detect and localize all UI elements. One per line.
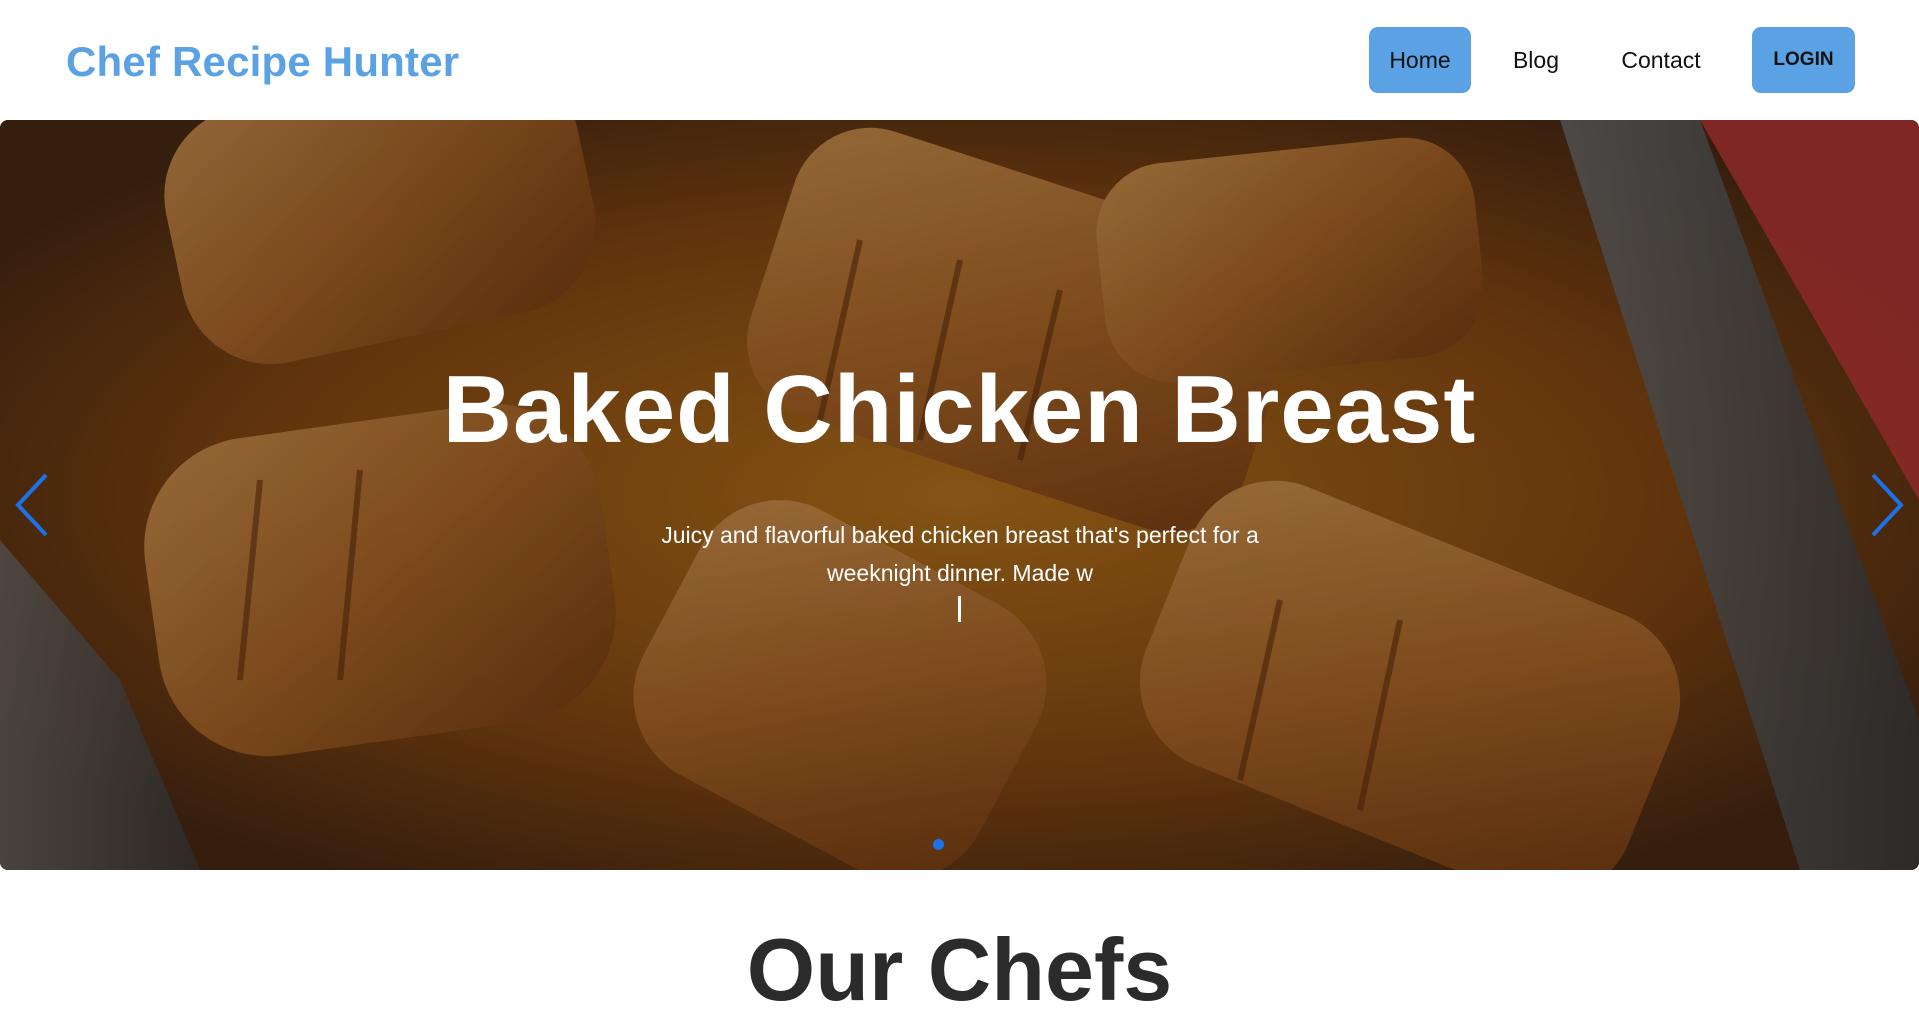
carousel-indicator-dot[interactable]: [933, 839, 944, 850]
login-button[interactable]: LOGIN: [1752, 27, 1855, 93]
chevron-left-icon[interactable]: [6, 460, 56, 550]
nav-contact-link[interactable]: Contact: [1609, 27, 1713, 93]
hero-dark-overlay: [0, 120, 1919, 870]
chevron-right-icon[interactable]: [1863, 460, 1913, 550]
navbar: Chef Recipe Hunter Home Blog Contact LOG…: [0, 0, 1919, 120]
nav-home-link[interactable]: Home: [1369, 27, 1471, 93]
nav-blog-link[interactable]: Blog: [1494, 27, 1578, 93]
site-brand[interactable]: Chef Recipe Hunter: [66, 36, 459, 88]
typing-cursor: [958, 596, 961, 622]
hero-title: Baked Chicken Breast: [442, 356, 1477, 463]
hero-description: Juicy and flavorful baked chicken breast…: [661, 522, 1259, 586]
hero-carousel: Baked Chicken Breast Juicy and flavorful…: [0, 120, 1919, 870]
section-title-chefs: Our Chefs: [746, 920, 1173, 1019]
